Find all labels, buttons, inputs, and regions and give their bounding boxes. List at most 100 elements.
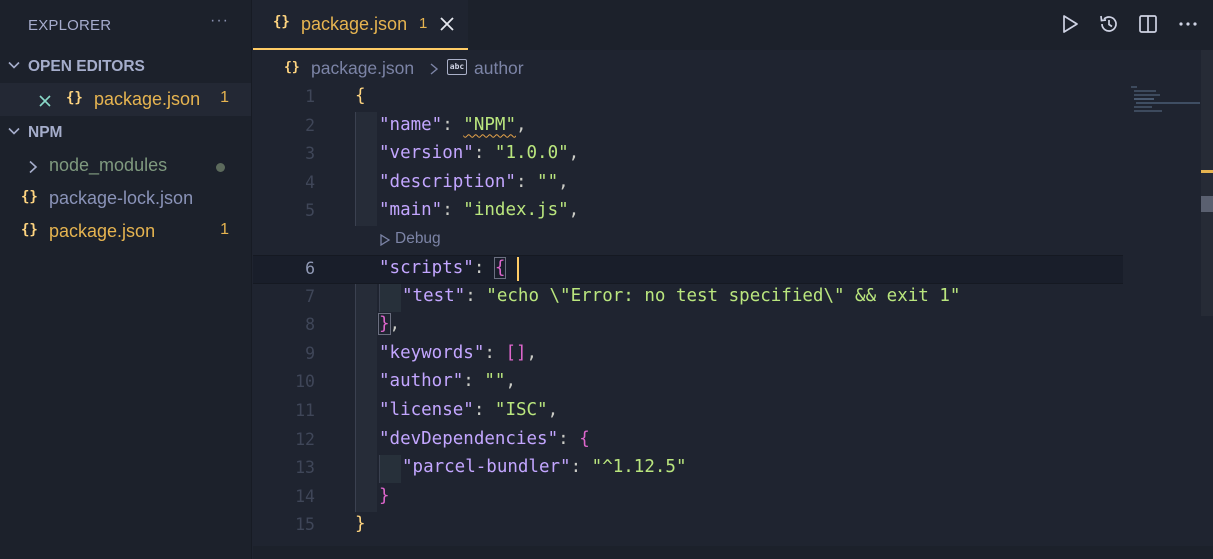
brace: { — [493, 257, 507, 279]
json-key: "description" — [379, 171, 516, 192]
breadcrumb-symbol[interactable]: author — [474, 58, 524, 79]
debug-label: Debug — [395, 230, 441, 247]
brace: } — [379, 485, 390, 506]
tree-item-label: package-lock.json — [49, 188, 194, 208]
code-editor[interactable]: 1 { 2 "name": "NPM", 3 "version": "1.0.0… — [253, 84, 1213, 544]
line-number: 7 — [305, 286, 315, 306]
brace: } — [355, 514, 366, 535]
line-number: 13 — [295, 458, 315, 478]
tab-problem-count: 1 — [419, 15, 428, 32]
code-line-current: 6 "scripts": { — [253, 255, 1123, 284]
json-value: "" — [537, 171, 559, 192]
json-key: "scripts" — [379, 258, 474, 278]
breadcrumb: {} package.json abc author — [253, 54, 1213, 82]
json-value: "" — [484, 371, 506, 392]
json-key: "devDependencies" — [379, 428, 559, 449]
json-key: "keywords" — [379, 342, 485, 363]
chevron-right-icon — [27, 158, 39, 174]
problem-count-badge: 1 — [220, 221, 229, 238]
play-icon — [379, 233, 391, 247]
open-editors-section[interactable]: OPEN EDITORS — [0, 50, 251, 83]
folder-title: NPM — [28, 124, 63, 141]
code-line: 8 }, — [253, 312, 1123, 341]
code-line: 9 "keywords": [], — [253, 341, 1123, 370]
json-file-icon: {} — [284, 60, 300, 75]
minimap[interactable] — [1131, 84, 1203, 124]
line-number: 1 — [305, 87, 315, 106]
explorer-sidebar: EXPLORER ··· OPEN EDITORS {} package.jso… — [0, 0, 252, 559]
code-line: 12 "devDependencies": { — [253, 427, 1123, 456]
line-number: 9 — [305, 343, 315, 363]
code-line: 2 "name": "NPM", — [253, 113, 1123, 142]
string-symbol-icon: abc — [447, 59, 467, 75]
open-editor-label: package.json — [94, 89, 201, 109]
json-key: "name" — [379, 114, 443, 135]
json-value: "1.0.0" — [494, 143, 569, 164]
line-number: 4 — [305, 172, 315, 192]
json-file-icon: {} — [273, 14, 290, 30]
brace: { — [579, 428, 590, 449]
problem-count-badge: 1 — [220, 89, 229, 106]
json-value: "echo \"Error: no test specified\" && ex… — [486, 285, 961, 306]
modified-dot-icon — [216, 163, 225, 172]
json-key: "parcel-bundler" — [402, 457, 571, 478]
line-number: 5 — [305, 201, 315, 221]
breadcrumb-file[interactable]: package.json — [311, 58, 414, 79]
json-key: "test" — [402, 285, 466, 306]
chevron-down-icon — [8, 59, 20, 71]
open-editor-item[interactable]: {} package.json 1 — [0, 83, 251, 116]
code-line: 1 { — [253, 84, 1123, 113]
text-cursor — [517, 257, 519, 281]
json-key: "license" — [379, 400, 474, 420]
json-file-icon: {} — [21, 222, 38, 238]
json-value: "NPM" — [463, 114, 516, 135]
json-key: "version" — [379, 143, 474, 164]
chevron-right-icon — [429, 62, 439, 75]
more-actions-icon[interactable]: ··· — [210, 12, 229, 30]
scrollbar-thumb[interactable] — [1201, 196, 1213, 212]
explorer-header: EXPLORER ··· — [0, 0, 251, 50]
split-editor-icon[interactable] — [1137, 13, 1159, 35]
tab-label: package.json — [301, 14, 408, 34]
scrollbar-warning-marker — [1201, 170, 1213, 173]
timeline-history-icon[interactable] — [1098, 13, 1120, 35]
line-number: 14 — [295, 486, 315, 506]
tree-item-label: node_modules — [49, 155, 168, 175]
more-actions-icon[interactable] — [1177, 13, 1199, 35]
code-line: 7 "test": "echo \"Error: no test specifi… — [253, 284, 1123, 313]
close-icon[interactable] — [38, 92, 52, 107]
code-line: 10 "author": "", — [253, 369, 1123, 398]
line-number: 3 — [305, 144, 315, 164]
json-value: [] — [505, 342, 527, 363]
editor: {} package.json 1 {} package.json abc au… — [253, 0, 1213, 559]
code-line: 13 "parcel-bundler": "^1.12.5" — [253, 455, 1123, 484]
tree-item-label: package.json — [49, 221, 156, 241]
line-number: 12 — [295, 429, 315, 449]
tab-package-json[interactable]: {} package.json 1 — [253, 0, 468, 50]
tree-item-package-lock[interactable]: {} package-lock.json — [0, 182, 251, 215]
json-value: "^1.12.5" — [591, 457, 687, 478]
brace: } — [378, 313, 391, 336]
run-icon[interactable] — [1059, 13, 1081, 35]
code-line: 14 } — [253, 484, 1123, 513]
line-number: 10 — [295, 372, 315, 392]
json-file-icon: {} — [66, 90, 83, 106]
line-number: 15 — [295, 515, 315, 535]
open-editors-title: OPEN EDITORS — [28, 58, 145, 75]
line-number: 2 — [305, 115, 315, 135]
close-icon[interactable] — [439, 16, 455, 32]
tree-item-package-json[interactable]: {} package.json 1 — [0, 215, 251, 248]
tree-item-node-modules[interactable]: node_modules — [0, 149, 251, 182]
tab-bar: {} package.json 1 — [253, 0, 1213, 50]
debug-codelens[interactable]: Debug — [379, 230, 441, 248]
json-value: "ISC" — [494, 400, 548, 420]
code-line: 4 "description": "", — [253, 170, 1123, 199]
line-number: 6 — [305, 259, 315, 278]
json-key: "main" — [379, 200, 443, 221]
json-key: "author" — [379, 371, 464, 392]
npm-folder-section[interactable]: NPM — [0, 116, 251, 149]
horizontal-scrollbar[interactable] — [253, 546, 1213, 559]
code-line: 11 "license": "ISC", — [253, 398, 1123, 427]
explorer-title: EXPLORER — [28, 16, 112, 34]
vertical-scrollbar[interactable] — [1201, 50, 1213, 316]
